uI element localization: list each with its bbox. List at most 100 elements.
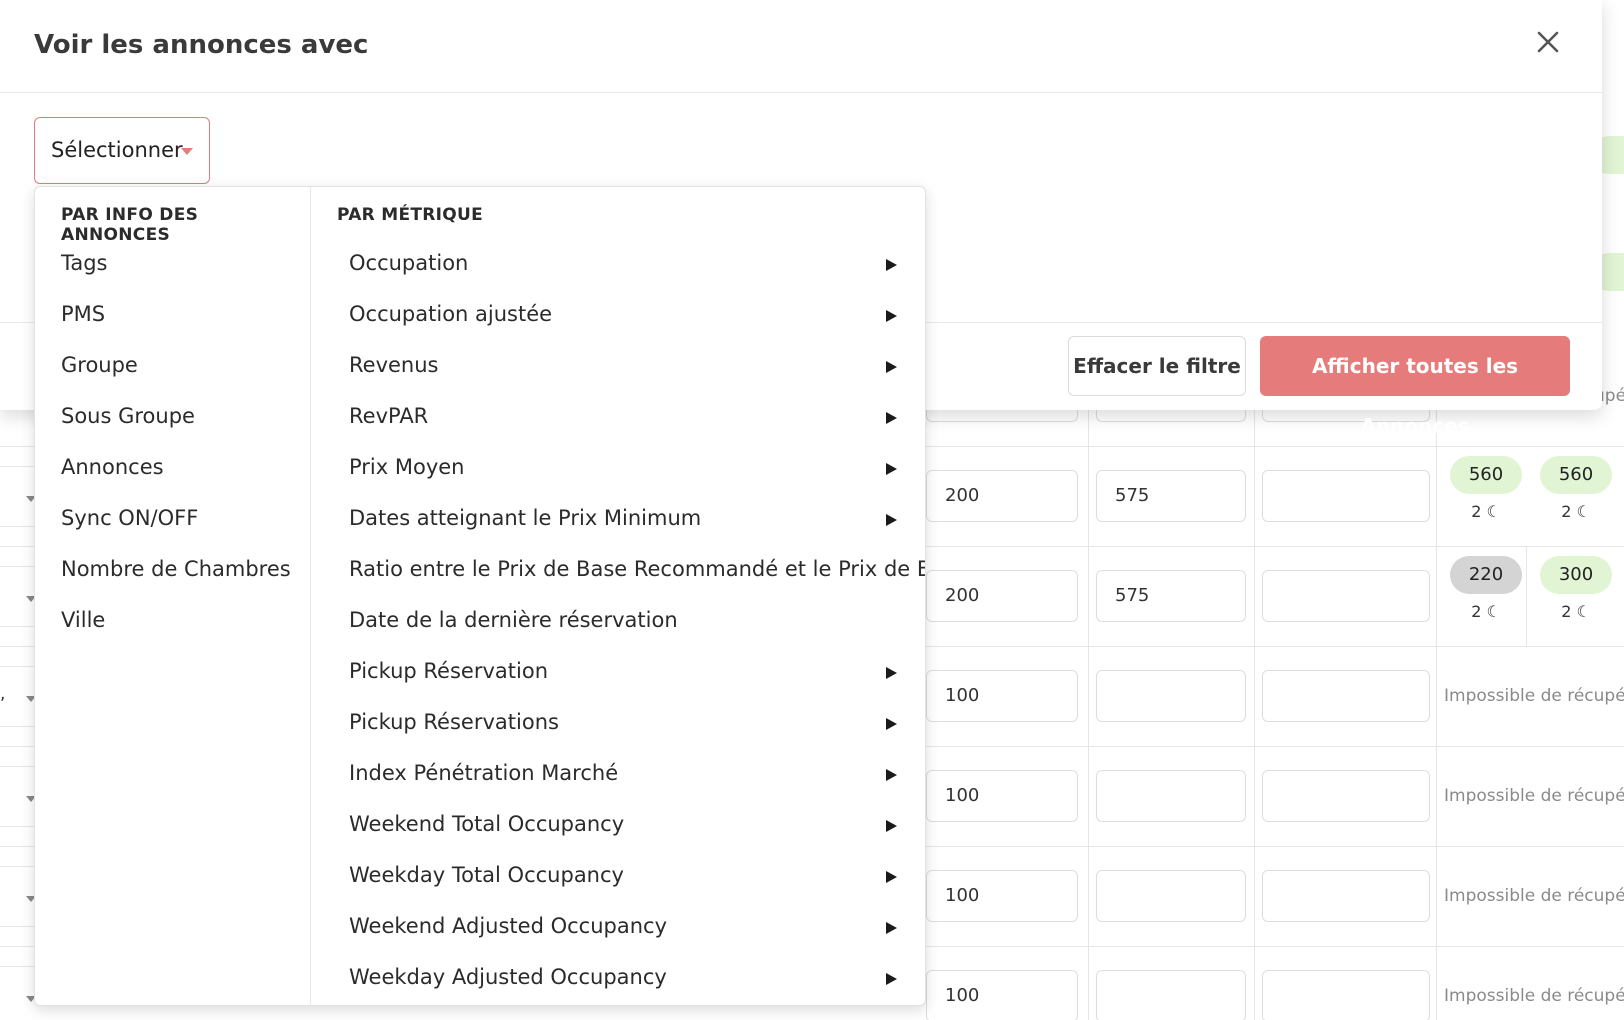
row-divider: [0, 626, 34, 627]
recommended-input[interactable]: [1262, 870, 1430, 922]
base-price-input[interactable]: [1096, 770, 1246, 822]
menu-item-market-penetration[interactable]: Index Pénétration Marché: [349, 755, 919, 795]
menu-item-label: Weekend Adjusted Occupancy: [349, 914, 668, 938]
price-pill: 560: [1540, 456, 1612, 494]
menu-item-average-price[interactable]: Prix Moyen: [349, 449, 919, 489]
recommended-input[interactable]: [1262, 670, 1430, 722]
base-price-input[interactable]: [1096, 870, 1246, 922]
base-price-input[interactable]: 575: [1096, 570, 1246, 622]
submenu-arrow-icon: [886, 310, 897, 322]
base-price-input[interactable]: 575: [1096, 470, 1246, 522]
submenu-arrow-icon: [886, 769, 897, 781]
submenu-arrow-icon: [886, 259, 897, 271]
moon-icon: ☾: [1486, 502, 1501, 521]
menu-item-label: Weekend Total Occupancy: [349, 812, 625, 836]
menu-item-label: Pickup Réservations: [349, 710, 559, 734]
submenu-arrow-icon: [886, 361, 897, 373]
status-text: Impossible de récupé: [1444, 686, 1624, 706]
menu-item-label: Weekday Adjusted Occupancy: [349, 965, 667, 989]
row-divider: [0, 926, 34, 927]
recommended-input[interactable]: [1262, 570, 1430, 622]
modal-title: Voir les annonces avec: [34, 30, 369, 60]
clear-filter-button[interactable]: Effacer le filtre: [1068, 336, 1246, 396]
metric-header: PAR MÉTRIQUE: [337, 205, 484, 225]
caret-down-icon: [181, 148, 193, 155]
menu-item-booking-pickup[interactable]: Pickup Réservation: [349, 653, 919, 693]
menu-item-pms[interactable]: PMS: [61, 302, 105, 326]
price-pill: 560: [1450, 456, 1522, 494]
filter-select-button[interactable]: Sélectionner: [34, 117, 210, 184]
menu-item-label: Occupation ajustée: [349, 302, 553, 326]
submenu-arrow-icon: [886, 667, 897, 679]
filter-dropdown-menu: PAR INFO DES ANNONCES Tags PMS Groupe So…: [34, 186, 926, 1006]
menu-item-label: Prix Moyen: [349, 455, 465, 479]
menu-item-weekend-adjusted-occupancy[interactable]: Weekend Adjusted Occupancy: [349, 908, 919, 948]
row-divider: [0, 766, 34, 767]
submenu-arrow-icon: [886, 718, 897, 730]
min-price-input[interactable]: 100: [926, 870, 1078, 922]
submenu-arrow-icon: [886, 922, 897, 934]
min-price-input[interactable]: 200: [926, 570, 1078, 622]
menu-item-last-booking-date[interactable]: Date de la dernière réservation: [349, 602, 919, 642]
row-divider: [0, 566, 34, 567]
listing-info-header: PAR INFO DES ANNONCES: [61, 205, 199, 245]
menu-item-weekday-total-occupancy[interactable]: Weekday Total Occupancy: [349, 857, 919, 897]
recommended-input[interactable]: [1262, 970, 1430, 1020]
status-text: Impossible de récupé: [1444, 986, 1624, 1006]
menu-item-label: Date de la dernière réservation: [349, 608, 678, 632]
menu-item-weekday-adjusted-occupancy[interactable]: Weekday Adjusted Occupancy: [349, 959, 919, 999]
menu-item-sync[interactable]: Sync ON/OFF: [61, 506, 198, 530]
col-divider: [1436, 410, 1437, 1020]
min-price-input[interactable]: 100: [926, 670, 1078, 722]
menu-item-weekend-total-occupancy[interactable]: Weekend Total Occupancy: [349, 806, 919, 846]
base-price-input[interactable]: [1096, 970, 1246, 1020]
nights-count: 2 ☾: [1561, 502, 1591, 521]
price-pill: 300: [1540, 556, 1612, 594]
min-price-input[interactable]: 100: [926, 970, 1078, 1020]
row-divider: [0, 966, 34, 967]
base-price-input[interactable]: [1096, 670, 1246, 722]
menu-item-adjusted-occupancy[interactable]: Occupation ajustée: [349, 296, 919, 336]
status-text: Impossible de récupé: [1444, 786, 1624, 806]
menu-item-listings[interactable]: Annonces: [61, 455, 164, 479]
submenu-arrow-icon: [886, 973, 897, 985]
row-divider: [0, 726, 34, 727]
menu-item-base-price-ratio[interactable]: Ratio entre le Prix de Base Recommandé e…: [349, 551, 925, 591]
moon-icon: ☾: [1486, 602, 1501, 621]
menu-item-group[interactable]: Groupe: [61, 353, 138, 377]
row-divider: [0, 866, 34, 867]
submenu-arrow-icon: [886, 514, 897, 526]
row-divider: [0, 526, 34, 527]
filter-select-label: Sélectionner: [51, 138, 183, 162]
menu-item-revpar[interactable]: RevPAR: [349, 398, 919, 438]
nights-count: 2 ☾: [1471, 602, 1501, 621]
menu-item-city[interactable]: Ville: [61, 608, 105, 632]
submenu-arrow-icon: [886, 463, 897, 475]
menu-item-bookings-pickup[interactable]: Pickup Réservations: [349, 704, 919, 744]
menu-item-subgroup[interactable]: Sous Groupe: [61, 404, 195, 428]
col-divider: [1526, 546, 1527, 646]
menu-item-min-price-dates[interactable]: Dates atteignant le Prix Minimum: [349, 500, 919, 540]
menu-item-revenue[interactable]: Revenus: [349, 347, 919, 387]
menu-item-bedrooms[interactable]: Nombre de Chambres: [61, 557, 291, 581]
price-pill: 220: [1450, 556, 1522, 594]
menu-item-occupancy[interactable]: Occupation: [349, 245, 919, 285]
modal-header: Voir les annonces avec: [0, 0, 1602, 93]
submenu-arrow-icon: [886, 412, 897, 424]
row-divider: [0, 666, 34, 667]
menu-item-label: Ratio entre le Prix de Base Recommandé e…: [349, 557, 926, 581]
min-price-input[interactable]: 200: [926, 470, 1078, 522]
recommended-input[interactable]: [1262, 770, 1430, 822]
moon-icon: ☾: [1576, 502, 1591, 521]
close-button[interactable]: [1530, 24, 1566, 60]
menu-item-label: Pickup Réservation: [349, 659, 548, 683]
menu-item-label: Dates atteignant le Prix Minimum: [349, 506, 702, 530]
close-icon: [1537, 31, 1559, 53]
moon-icon: ☾: [1576, 602, 1591, 621]
show-all-listings-button[interactable]: Afficher toutes les Annonces: [1260, 336, 1570, 438]
nights-count: 2 ☾: [1561, 602, 1591, 621]
menu-item-label: Index Pénétration Marché: [349, 761, 619, 785]
min-price-input[interactable]: 100: [926, 770, 1078, 822]
recommended-input[interactable]: [1262, 470, 1430, 522]
menu-item-tags[interactable]: Tags: [61, 251, 108, 275]
